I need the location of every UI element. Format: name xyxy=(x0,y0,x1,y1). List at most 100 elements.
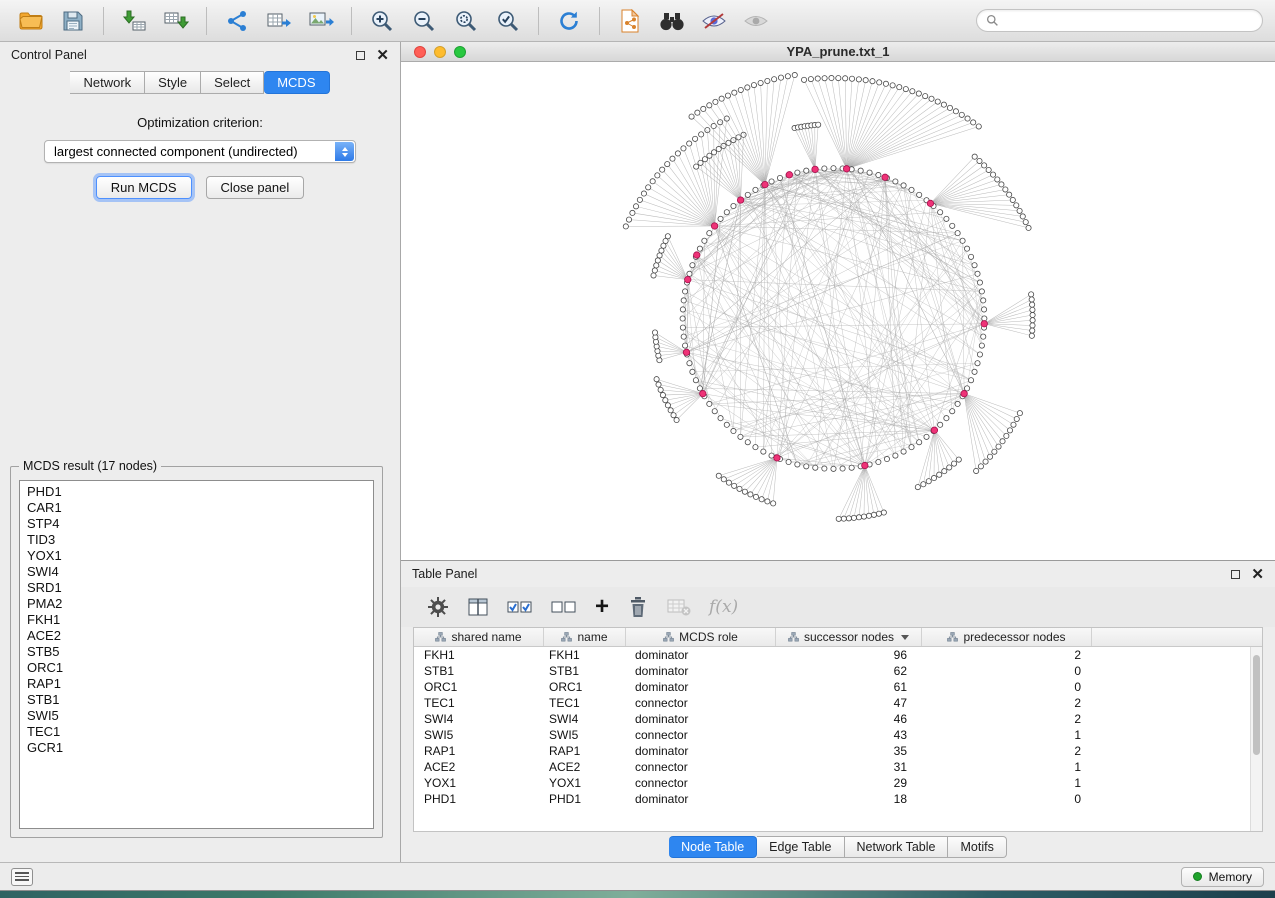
zoom-out-button[interactable] xyxy=(405,4,443,38)
select-all-button[interactable] xyxy=(507,596,533,618)
table-tab[interactable]: Edge Table xyxy=(757,836,844,858)
close-panel-button[interactable]: Close panel xyxy=(206,176,305,199)
cell-mcds-role: connector xyxy=(626,728,776,742)
cell-name: SWI5 xyxy=(544,728,626,742)
table-row[interactable]: FKH1 FKH1 dominator 96 2 xyxy=(414,647,1262,663)
delete-table-button[interactable] xyxy=(667,596,691,618)
import-table-button[interactable] xyxy=(115,4,153,38)
memory-button[interactable]: Memory xyxy=(1181,867,1264,887)
cell-shared-name: ACE2 xyxy=(414,760,544,774)
show-all-button[interactable] xyxy=(737,4,775,38)
export-image-button[interactable] xyxy=(302,4,340,38)
mcds-result-item[interactable]: GCR1 xyxy=(27,740,373,756)
deselect-all-button[interactable] xyxy=(551,596,577,618)
table-row[interactable]: TEC1 TEC1 connector 47 2 xyxy=(414,695,1262,711)
network-graph[interactable] xyxy=(401,62,1275,560)
table-row[interactable]: SWI5 SWI5 connector 43 1 xyxy=(414,727,1262,743)
control-panel-tabs: Network Style Select MCDS xyxy=(0,71,400,94)
cell-predecessor-nodes: 1 xyxy=(922,760,1092,774)
mcds-result-item[interactable]: ORC1 xyxy=(27,660,373,676)
mcds-result-item[interactable]: SWI5 xyxy=(27,708,373,724)
close-window-icon[interactable] xyxy=(414,46,426,58)
column-header-mcds-role[interactable]: MCDS role xyxy=(626,628,776,646)
criterion-select[interactable]: largest connected component (undirected) xyxy=(44,140,356,163)
zoom-fit-button[interactable] xyxy=(447,4,485,38)
select-stepper-icon xyxy=(335,142,354,161)
column-header-shared-name[interactable]: shared name xyxy=(414,628,544,646)
mcds-result-item[interactable]: YOX1 xyxy=(27,548,373,564)
column-header-successor-nodes[interactable]: successor nodes xyxy=(776,628,922,646)
column-header-name[interactable]: name xyxy=(544,628,626,646)
cell-name: ACE2 xyxy=(544,760,626,774)
float-table-panel-icon[interactable] xyxy=(1231,570,1240,579)
zoom-in-button[interactable] xyxy=(363,4,401,38)
search-network-button[interactable] xyxy=(653,4,691,38)
table-tab[interactable]: Node Table xyxy=(669,836,757,858)
mcds-result-item[interactable]: PMA2 xyxy=(27,596,373,612)
control-panel-tab[interactable]: MCDS xyxy=(264,71,329,94)
cell-successor-nodes: 35 xyxy=(776,744,922,758)
cell-mcds-role: connector xyxy=(626,760,776,774)
mcds-result-item[interactable]: TID3 xyxy=(27,532,373,548)
delete-table-icon xyxy=(667,596,691,618)
table-row[interactable]: ACE2 ACE2 connector 31 1 xyxy=(414,759,1262,775)
mcds-result-item[interactable]: ACE2 xyxy=(27,628,373,644)
function-builder-button[interactable]: f(x) xyxy=(709,597,738,617)
control-panel-tab[interactable]: Select xyxy=(201,71,264,94)
table-row[interactable]: ORC1 ORC1 dominator 61 0 xyxy=(414,679,1262,695)
save-session-button[interactable] xyxy=(54,4,92,38)
mcds-result-item[interactable]: STP4 xyxy=(27,516,373,532)
open-session-button[interactable] xyxy=(12,4,50,38)
mcds-result-item[interactable]: FKH1 xyxy=(27,612,373,628)
scrollbar-thumb[interactable] xyxy=(1253,655,1260,755)
table-row[interactable]: STB1 STB1 dominator 62 0 xyxy=(414,663,1262,679)
table-row[interactable]: RAP1 RAP1 dominator 35 2 xyxy=(414,743,1262,759)
control-panel-tab[interactable]: Network xyxy=(70,71,145,94)
column-header-predecessor-nodes[interactable]: predecessor nodes xyxy=(922,628,1092,646)
hide-selected-button[interactable] xyxy=(695,4,733,38)
mcds-result-item[interactable]: STB1 xyxy=(27,692,373,708)
cell-mcds-role: dominator xyxy=(626,648,776,662)
network-titlebar[interactable]: YPA_prune.txt_1 xyxy=(401,42,1275,62)
zoom-out-icon xyxy=(411,9,437,33)
mcds-result-item[interactable]: STB5 xyxy=(27,644,373,660)
mcds-result-item[interactable]: PHD1 xyxy=(27,484,373,500)
panel-menu-button[interactable] xyxy=(11,868,33,886)
export-table-button[interactable] xyxy=(260,4,298,38)
control-panel-title: Control Panel xyxy=(11,48,87,62)
mcds-result-item[interactable]: TEC1 xyxy=(27,724,373,740)
status-bar: Memory xyxy=(0,862,1275,890)
zoom-selected-button[interactable] xyxy=(489,4,527,38)
minimize-window-icon[interactable] xyxy=(434,46,446,58)
mcds-result-list[interactable]: PHD1 CAR1 STP4 TID3 YOX1 SWI4 SRD1 PMA2 xyxy=(19,480,374,829)
table-settings-button[interactable] xyxy=(427,596,449,618)
mcds-result-item[interactable]: SWI4 xyxy=(27,564,373,580)
table-row[interactable]: SWI4 SWI4 dominator 46 2 xyxy=(414,711,1262,727)
table-scrollbar[interactable] xyxy=(1250,647,1262,831)
mcds-result-item[interactable]: RAP1 xyxy=(27,676,373,692)
table-row[interactable]: YOX1 YOX1 connector 29 1 xyxy=(414,775,1262,791)
control-panel-tab[interactable]: Style xyxy=(145,71,201,94)
attribute-icon xyxy=(561,632,572,643)
add-column-button[interactable]: + xyxy=(595,597,609,617)
table-row[interactable]: PHD1 PHD1 dominator 18 0 xyxy=(414,791,1262,807)
export-network-button[interactable] xyxy=(218,4,256,38)
import-network-button[interactable] xyxy=(157,4,195,38)
cell-successor-nodes: 29 xyxy=(776,776,922,790)
table-tab[interactable]: Network Table xyxy=(845,836,949,858)
export-document-button[interactable] xyxy=(611,4,649,38)
delete-column-button[interactable] xyxy=(627,596,649,618)
import-table-icon xyxy=(121,9,147,33)
search-field[interactable] xyxy=(976,9,1263,32)
table-tab[interactable]: Motifs xyxy=(948,836,1006,858)
float-panel-icon[interactable] xyxy=(356,51,365,60)
close-table-panel-icon[interactable]: ✕ xyxy=(1251,570,1264,579)
run-mcds-button[interactable]: Run MCDS xyxy=(96,176,192,199)
search-input[interactable] xyxy=(1005,14,1253,28)
show-columns-button[interactable] xyxy=(467,596,489,618)
maximize-window-icon[interactable] xyxy=(454,46,466,58)
close-panel-icon[interactable]: ✕ xyxy=(376,51,389,60)
apply-layout-button[interactable] xyxy=(550,4,588,38)
mcds-result-item[interactable]: SRD1 xyxy=(27,580,373,596)
mcds-result-item[interactable]: CAR1 xyxy=(27,500,373,516)
